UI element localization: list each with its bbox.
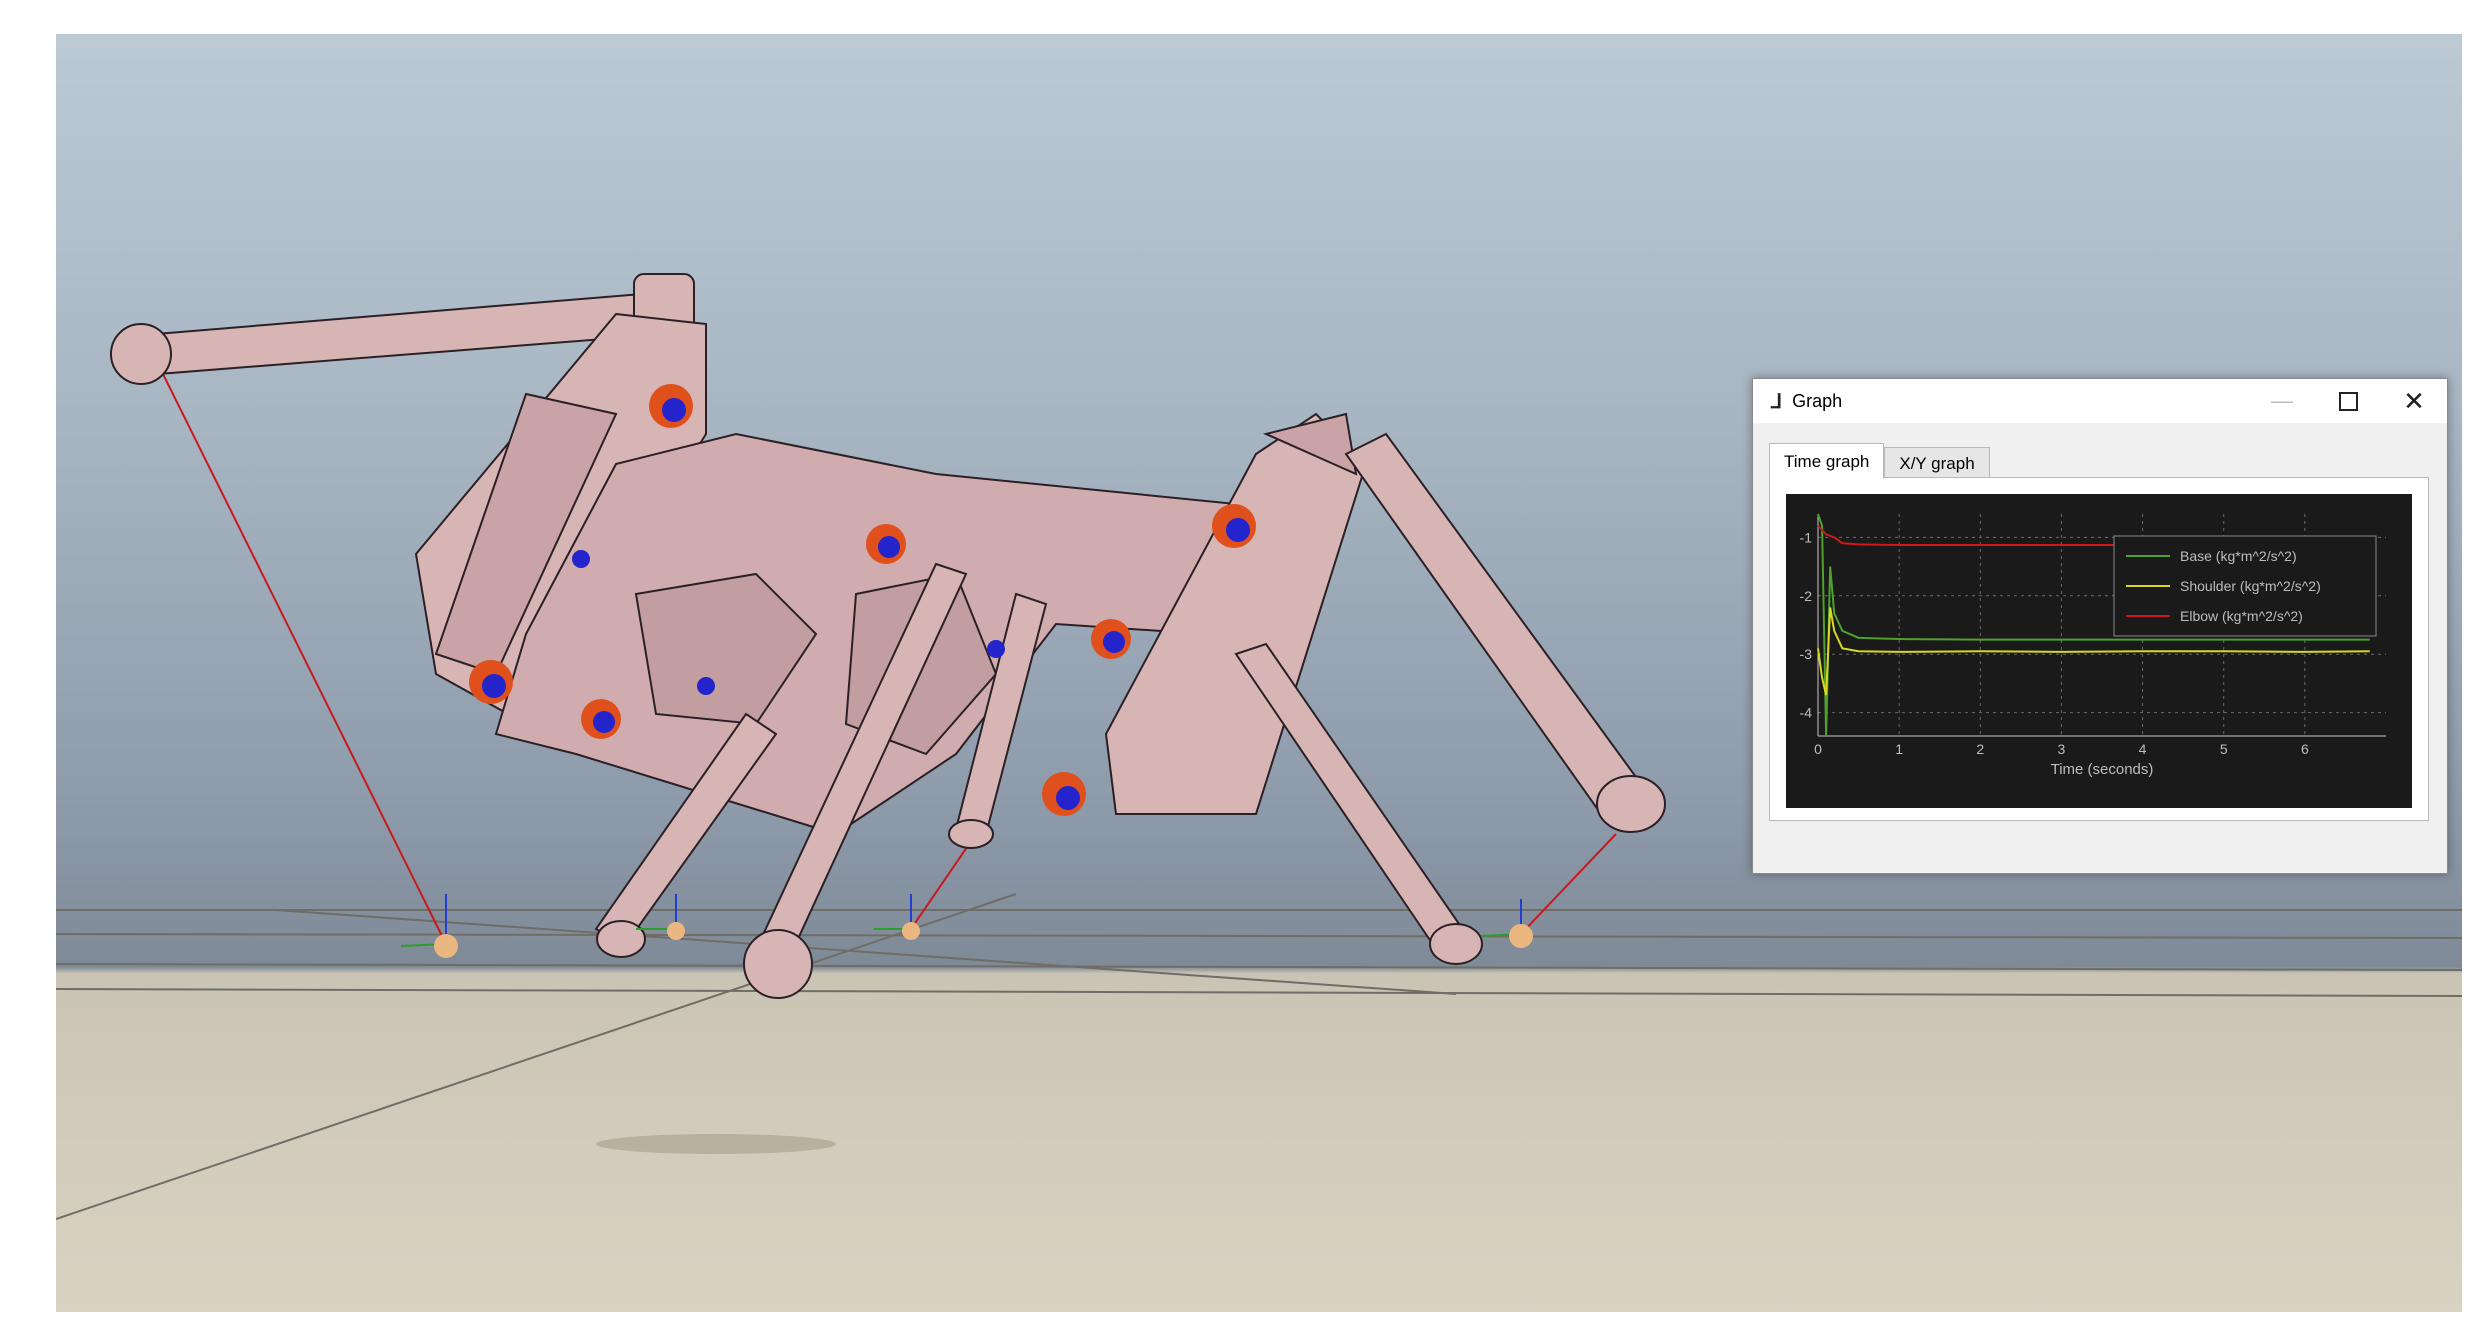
graph-window[interactable]: ⅃ Graph — ✕ Time graph X/Y graph 0 1 2 3 4 5 6… — [1752, 378, 2448, 874]
tab-bar: Time graph X/Y graph — [1769, 443, 1990, 479]
x-tick-label: 3 — [2058, 741, 2066, 757]
robot-model — [110, 273, 1666, 999]
floor-shadow — [596, 1134, 836, 1154]
maximize-button[interactable] — [2315, 379, 2381, 423]
y-tick-label: -4 — [1800, 705, 1813, 721]
x-tick-label: 1 — [1895, 741, 1903, 757]
minimize-button[interactable]: — — [2249, 379, 2315, 423]
x-tick-label: 2 — [1976, 741, 1984, 757]
legend-entry: Shoulder (kg*m^2/s^2) — [2180, 578, 2321, 594]
contact-markers — [400, 894, 1533, 958]
minimize-icon: — — [2271, 388, 2293, 413]
close-icon: ✕ — [2403, 385, 2425, 416]
x-tick-label: 6 — [2301, 741, 2309, 757]
chart-svg: 0 1 2 3 4 5 6 -1 -2 -3 -4 Time (seconds) Base (kg*m^… — [1800, 513, 2386, 778]
y-tick-label: -1 — [1800, 529, 1813, 545]
x-axis-label: Time (seconds) — [2051, 761, 2154, 778]
x-tick-label: 4 — [2139, 741, 2147, 757]
tab-time-graph[interactable]: Time graph — [1769, 443, 1885, 479]
floor-grid — [56, 893, 2462, 1220]
x-tick-label: 0 — [1814, 741, 1822, 757]
close-button[interactable]: ✕ — [2381, 379, 2447, 423]
title-bar[interactable]: ⅃ Graph — ✕ — [1753, 379, 2447, 423]
legend-entry: Base (kg*m^2/s^2) — [2180, 548, 2297, 564]
time-graph-plot[interactable]: 0 1 2 3 4 5 6 -1 -2 -3 -4 Time (seconds) Base (kg*m^… — [1786, 494, 2412, 808]
tab-panel: 0 1 2 3 4 5 6 -1 -2 -3 -4 Time (seconds) Base (kg*m^… — [1769, 477, 2429, 821]
legend-entry: Elbow (kg*m^2/s^2) — [2180, 608, 2303, 624]
tab-xy-graph[interactable]: X/Y graph — [1884, 447, 1990, 479]
maximize-icon — [2338, 391, 2358, 411]
y-tick-label: -3 — [1800, 646, 1813, 662]
x-tick-label: 5 — [2220, 741, 2228, 757]
window-title: Graph — [1792, 390, 1843, 411]
y-tick-label: -2 — [1800, 588, 1813, 604]
sim-app-icon: ⅃ — [1771, 390, 1783, 413]
